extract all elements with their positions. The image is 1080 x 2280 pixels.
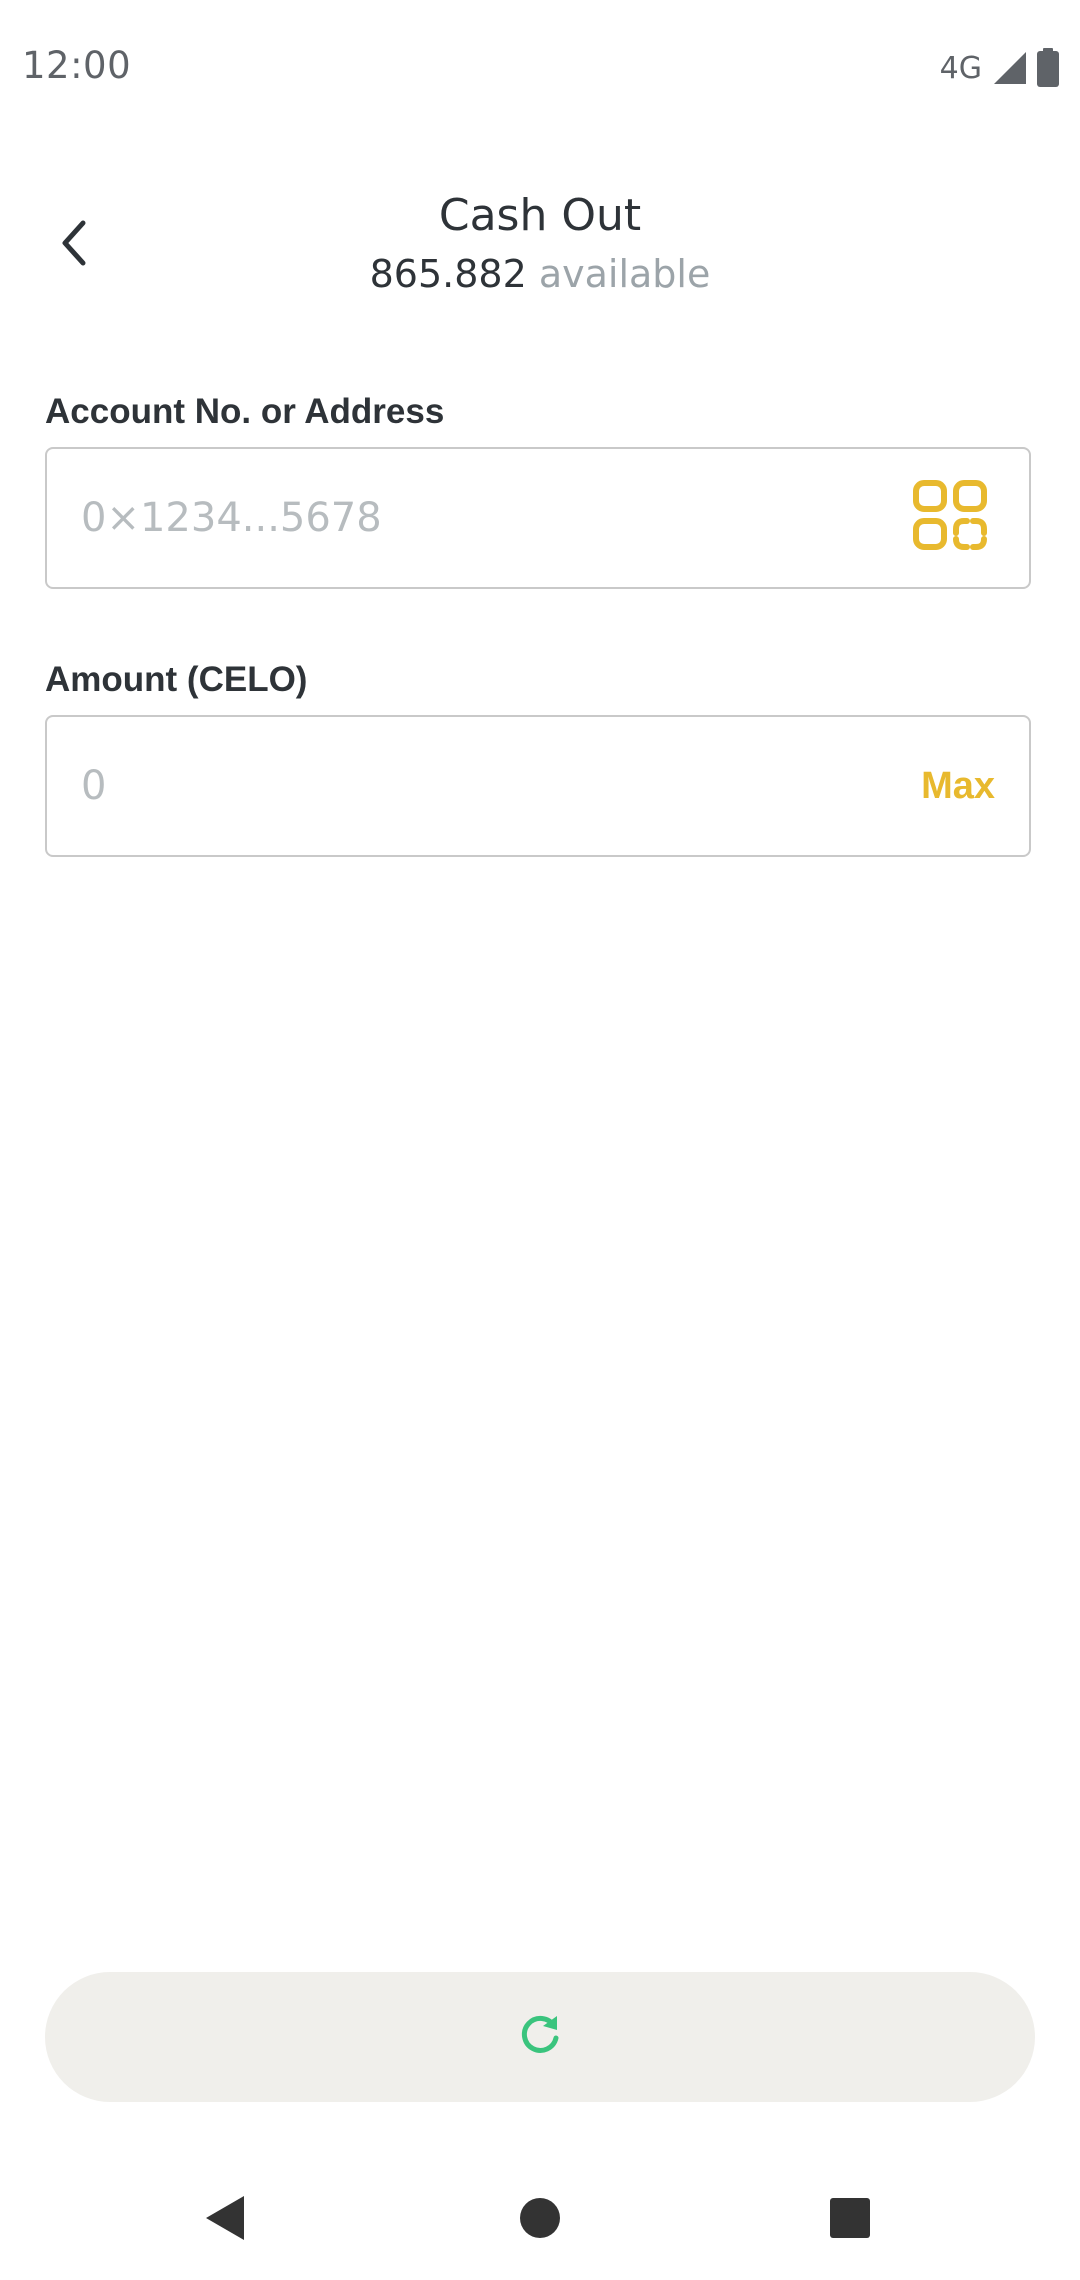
refresh-icon [517,2012,563,2063]
max-button[interactable]: Max [921,765,995,808]
back-triangle-icon [204,2194,248,2247]
address-field [45,447,1031,589]
nav-back-button[interactable] [196,2190,256,2250]
submit-button[interactable] [45,1972,1035,2102]
header: Cash Out 865.882 available [0,180,1080,320]
address-input[interactable] [47,448,911,588]
balance-suffix: available [538,252,711,296]
signal-icon [992,50,1028,86]
system-nav-bar [0,2160,1080,2280]
qr-scan-icon [912,479,990,558]
available-balance: 865.882 available [0,252,1080,296]
amount-input[interactable] [47,716,922,856]
amount-field: Max [45,715,1031,857]
page-title: Cash Out [438,190,642,241]
address-label: Account No. or Address [45,392,445,431]
status-indicators: 4G [940,48,1060,88]
cash-out-screen: 12:00 4G Cash Out 865.882 available Acco… [0,0,1080,2280]
nav-recents-button[interactable] [820,2190,880,2250]
qr-scan-button[interactable] [911,478,991,558]
amount-label: Amount (CELO) [45,660,308,699]
home-circle-icon [518,2196,562,2245]
balance-value: 865.882 [369,252,527,296]
network-type-label: 4G [939,50,982,86]
nav-home-button[interactable] [510,2190,570,2250]
battery-icon [1036,48,1060,88]
status-time: 12:00 [22,44,132,87]
status-bar: 12:00 4G [0,0,1080,140]
recents-square-icon [828,2196,872,2245]
